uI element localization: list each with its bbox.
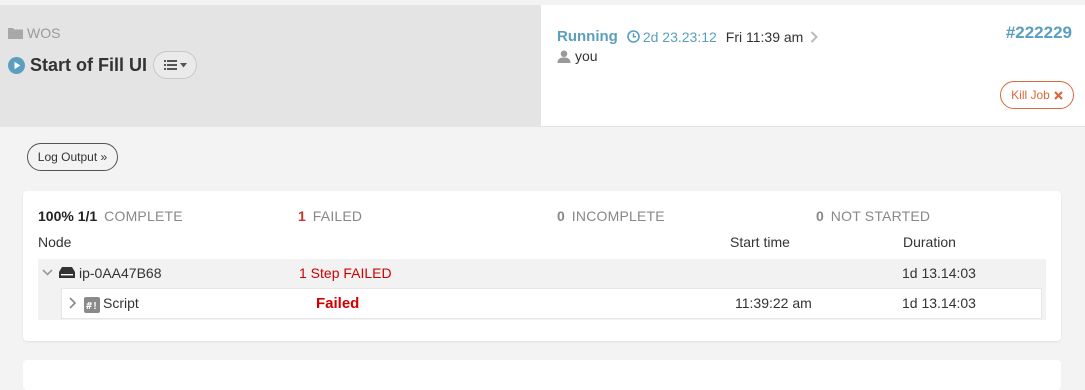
complete-label: COMPLETE: [104, 208, 183, 224]
complete-value: 100% 1/1: [38, 208, 98, 224]
user-line: you: [557, 48, 598, 64]
start-time: Fri 11:39 am: [725, 28, 804, 45]
user-name: you: [575, 48, 598, 64]
project-link[interactable]: WOS: [8, 25, 60, 41]
node-duration: 1d 13.14:03: [902, 265, 976, 281]
failed-count: 1: [298, 208, 306, 224]
column-header-start-time: Start time: [730, 234, 790, 250]
header-divider: [0, 126, 1085, 127]
not-started-label: NOT STARTED: [830, 208, 931, 224]
column-header-duration: Duration: [903, 234, 956, 250]
server-icon: [59, 267, 75, 278]
step-start-time: 11:39:22 am: [735, 295, 812, 311]
kill-job-label: Kill Job: [1011, 88, 1050, 102]
script-icon: #!: [84, 297, 100, 313]
caret-down-icon: [179, 62, 187, 67]
status-line: Running 2d 23.23:12 Fri 11:39 am: [557, 28, 819, 45]
stat-incomplete: 0 INCOMPLETE: [557, 208, 665, 224]
failed-label: FAILED: [312, 208, 363, 224]
job-header-right: Running 2d 23.23:12 Fri 11:39 am you #22…: [541, 5, 1085, 126]
node-status: 1 Step FAILED: [299, 265, 392, 281]
job-id-link[interactable]: #222229: [1006, 23, 1072, 43]
step-row[interactable]: #! Script Failed 11:39:22 am 1d 13.14:03: [61, 288, 1042, 319]
column-header-node: Node: [38, 234, 72, 250]
close-icon: [1054, 90, 1063, 100]
stat-failed: 1 FAILED: [298, 208, 362, 224]
svg-text:#!: #!: [86, 301, 98, 312]
folder-icon: [8, 28, 23, 39]
step-name[interactable]: Script: [103, 295, 139, 311]
stat-complete: 100% 1/1 COMPLETE: [38, 208, 183, 224]
step-status: Failed: [316, 295, 360, 312]
next-card: [23, 360, 1061, 390]
job-menu-button[interactable]: [153, 51, 197, 79]
log-output-button[interactable]: Log Output »: [27, 143, 118, 171]
kill-job-button[interactable]: Kill Job: [1000, 81, 1074, 109]
chevron-right-icon[interactable]: [69, 297, 76, 309]
list-menu-icon: [163, 60, 177, 70]
chevron-right-icon[interactable]: [810, 30, 819, 43]
job-header-left: WOS Start of Fill UI: [0, 5, 541, 126]
incomplete-count: 0: [557, 208, 565, 224]
clock-icon: [627, 30, 640, 43]
job-title-row: Start of Fill UI: [8, 51, 197, 79]
elapsed-time: 2d 23.23:12: [642, 28, 717, 45]
not-started-count: 0: [816, 208, 824, 224]
user-icon: [557, 50, 571, 63]
stat-not-started: 0 NOT STARTED: [816, 208, 930, 224]
status-text: Running: [557, 28, 618, 45]
step-duration: 1d 13.14:03: [902, 295, 976, 311]
project-name[interactable]: WOS: [27, 25, 60, 41]
play-circle-icon: [8, 56, 25, 74]
node-name[interactable]: ip-0AA47B68: [79, 265, 162, 281]
incomplete-label: INCOMPLETE: [571, 208, 665, 224]
chevron-down-icon[interactable]: [42, 269, 53, 276]
execution-summary-card: 100% 1/1 COMPLETE 1 FAILED 0 INCOMPLETE 0 NO…: [23, 191, 1061, 341]
job-title[interactable]: Start of Fill UI: [30, 55, 147, 76]
